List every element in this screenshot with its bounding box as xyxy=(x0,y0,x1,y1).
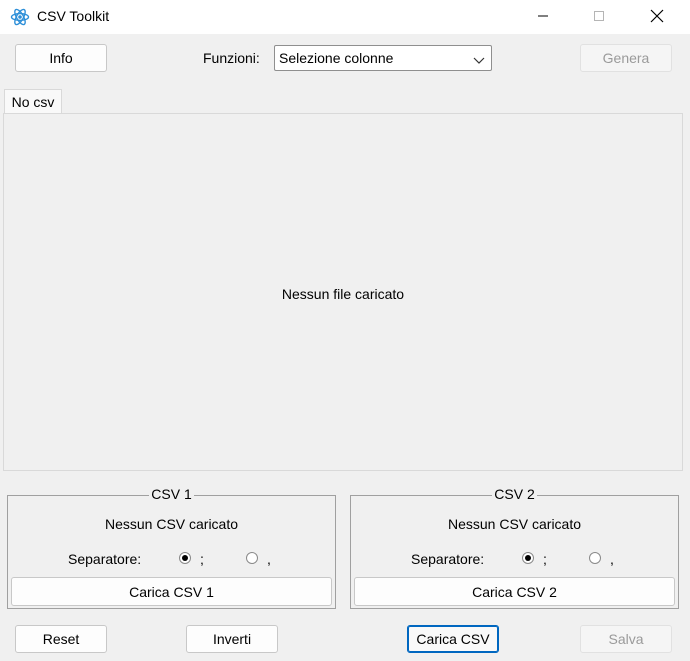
csv1-radio-semicolon[interactable] xyxy=(179,552,191,564)
csv1-group: CSV 1 Nessun CSV caricato Separatore: ; … xyxy=(7,486,336,609)
functions-dropdown[interactable]: Selezione colonne xyxy=(274,45,492,71)
csv2-radio-semicolon-label: ; xyxy=(543,551,547,567)
main-panel: Nessun file caricato xyxy=(3,113,683,471)
csv2-radio-comma-label: , xyxy=(610,551,614,567)
chevron-down-icon xyxy=(473,53,485,69)
csv1-radio-semicolon-label: ; xyxy=(200,551,204,567)
close-icon xyxy=(650,9,664,26)
csv2-separator-label: Separatore: xyxy=(411,551,485,567)
reset-button[interactable]: Reset xyxy=(15,625,107,653)
window-title: CSV Toolkit xyxy=(37,8,110,24)
functions-label: Funzioni: xyxy=(203,50,260,66)
load-csv1-button[interactable]: Carica CSV 1 xyxy=(11,577,332,606)
csv2-status: Nessun CSV caricato xyxy=(447,516,582,532)
tab-no-csv[interactable]: No csv xyxy=(4,89,62,114)
empty-placeholder: Nessun file caricato xyxy=(281,286,405,302)
csv2-title: CSV 2 xyxy=(492,486,537,502)
minimize-icon xyxy=(537,9,549,25)
minimize-button[interactable] xyxy=(520,0,566,34)
load-csv2-button[interactable]: Carica CSV 2 xyxy=(354,577,675,606)
csv2-radio-comma[interactable] xyxy=(589,552,601,564)
csv1-radio-comma-label: , xyxy=(267,551,271,567)
csv1-title: CSV 1 xyxy=(149,486,194,502)
csv2-radio-semicolon[interactable] xyxy=(522,552,534,564)
csv1-separator-label: Separatore: xyxy=(68,551,142,567)
save-button[interactable]: Salva xyxy=(580,625,672,653)
info-button[interactable]: Info xyxy=(15,44,107,72)
close-button[interactable] xyxy=(634,0,680,34)
load-csv-button[interactable]: Carica CSV xyxy=(407,625,499,653)
title-bar: CSV Toolkit xyxy=(0,0,690,34)
csv2-group: CSV 2 Nessun CSV caricato Separatore: ; … xyxy=(350,486,679,609)
atom-icon xyxy=(10,7,30,27)
functions-dropdown-value: Selezione colonne xyxy=(279,50,394,66)
generate-button[interactable]: Genera xyxy=(580,44,672,72)
csv1-status: Nessun CSV caricato xyxy=(104,516,239,532)
invert-button[interactable]: Inverti xyxy=(186,625,278,653)
csv1-radio-comma[interactable] xyxy=(246,552,258,564)
maximize-icon xyxy=(593,9,605,25)
maximize-button[interactable] xyxy=(576,0,622,34)
